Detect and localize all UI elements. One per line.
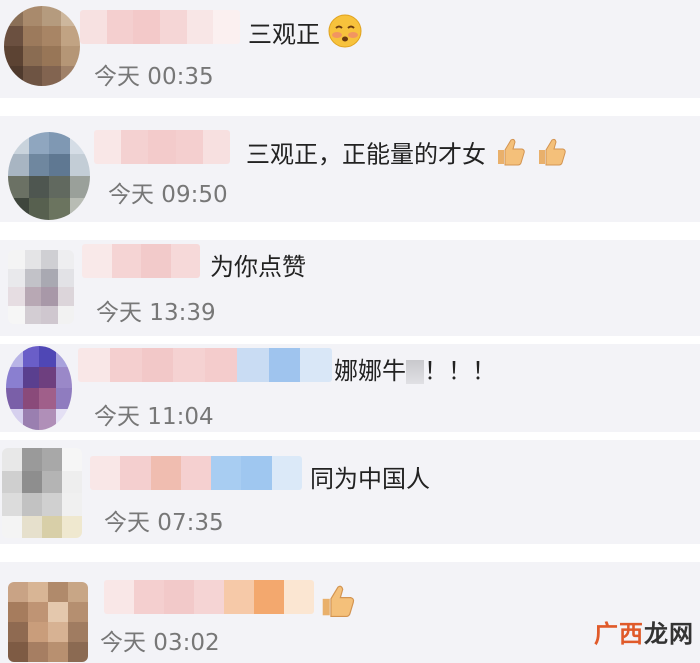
username-blurred[interactable] bbox=[104, 580, 314, 614]
blurred-character bbox=[406, 360, 424, 384]
comment-time: 今天 07:35 bbox=[104, 510, 224, 536]
flushed-face-emoji-icon bbox=[328, 14, 362, 57]
comment-card: 同为中国人 今天 07:35 bbox=[0, 440, 700, 544]
comment-card: 娜娜牛！！！ 今天 11:04 bbox=[0, 344, 700, 432]
thumbs-up-emoji-icon bbox=[494, 134, 528, 177]
avatar[interactable] bbox=[4, 6, 80, 86]
avatar[interactable] bbox=[8, 250, 74, 324]
avatar[interactable] bbox=[8, 132, 90, 220]
avatar[interactable] bbox=[2, 448, 82, 538]
username-blurred[interactable] bbox=[80, 10, 240, 44]
comment-text: 三观正，正能量的才女 bbox=[246, 134, 569, 177]
comment-time: 今天 00:35 bbox=[94, 64, 214, 90]
comment-time: 今天 09:50 bbox=[108, 182, 228, 208]
thumbs-up-emoji-icon bbox=[318, 580, 358, 629]
username-blurred[interactable] bbox=[90, 456, 302, 490]
comment-text: 同为中国人 bbox=[310, 465, 430, 493]
avatar[interactable] bbox=[8, 582, 88, 662]
avatar[interactable] bbox=[6, 346, 72, 430]
username-blurred[interactable] bbox=[82, 244, 200, 278]
comment-text: 三观正 bbox=[248, 14, 362, 57]
comment-card: 三观正 今天 00:35 bbox=[0, 0, 700, 98]
comment-card: 三观正，正能量的才女 今天 09:50 bbox=[0, 116, 700, 222]
thumbs-up-emoji-icon bbox=[535, 134, 569, 177]
comment-text bbox=[318, 580, 358, 629]
username-blurred[interactable] bbox=[94, 130, 230, 164]
comment-card: 为你点赞 今天 13:39 bbox=[0, 240, 700, 336]
comment-time: 今天 13:39 bbox=[96, 300, 216, 326]
comment-text: 娜娜牛！！！ bbox=[334, 357, 496, 385]
site-watermark: 广西龙网 bbox=[594, 620, 694, 648]
comment-time: 今天 11:04 bbox=[94, 404, 214, 430]
comment-time: 今天 03:02 bbox=[100, 630, 220, 656]
comment-text: 为你点赞 bbox=[210, 253, 306, 281]
username-blurred[interactable] bbox=[78, 348, 332, 382]
